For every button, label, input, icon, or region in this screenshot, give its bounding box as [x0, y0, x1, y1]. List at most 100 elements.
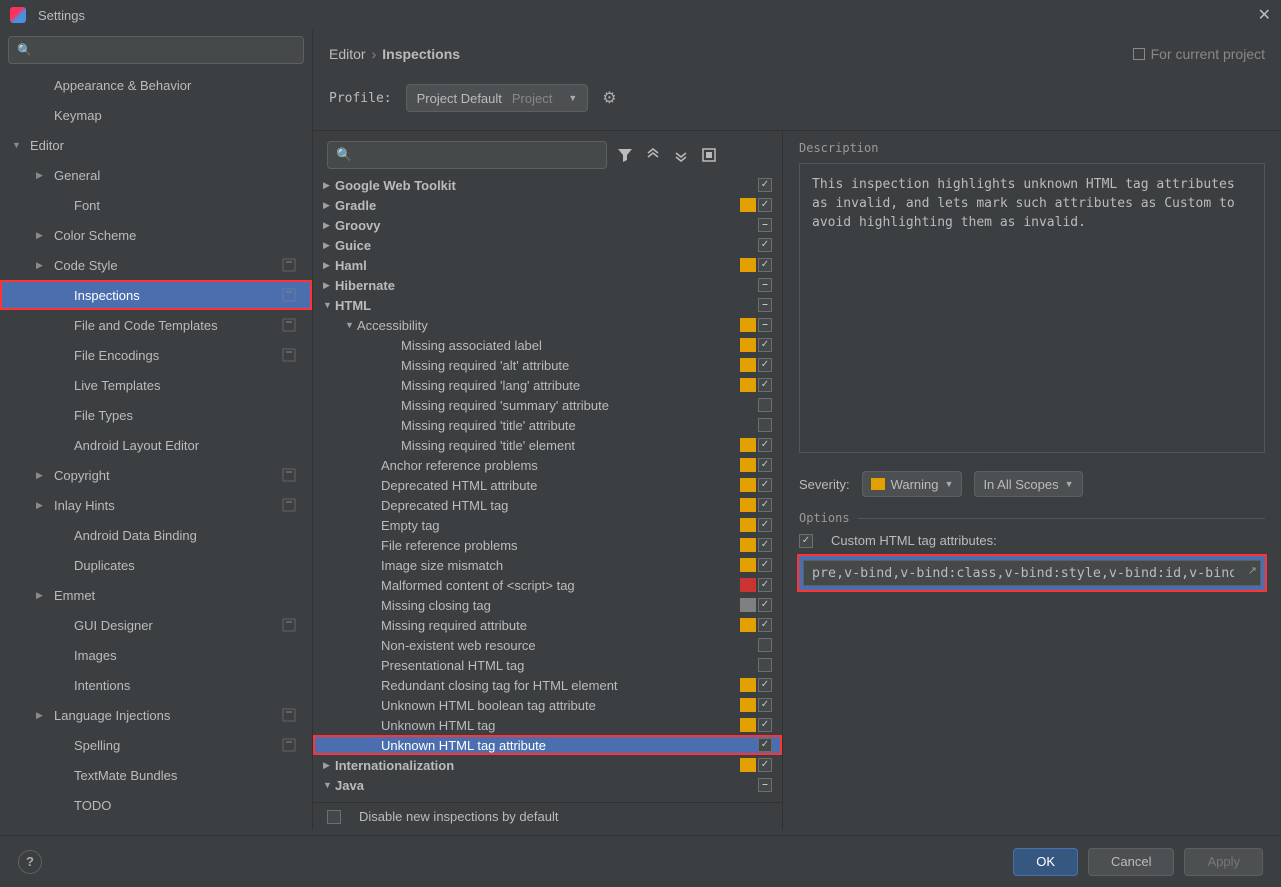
inspection-checkbox[interactable] [758, 378, 772, 392]
tree-row[interactable]: ▶Google Web Toolkit [313, 175, 782, 195]
tree-row[interactable]: Unknown HTML tag [313, 715, 782, 735]
sidebar-item-android-layout-editor[interactable]: Android Layout Editor [0, 430, 312, 460]
sidebar-item-language-injections[interactable]: ▶Language Injections [0, 700, 312, 730]
inspection-checkbox[interactable] [758, 458, 772, 472]
inspection-checkbox[interactable] [758, 698, 772, 712]
inspection-checkbox[interactable] [758, 718, 772, 732]
tree-row[interactable]: Unknown HTML boolean tag attribute [313, 695, 782, 715]
sidebar-item-inspections[interactable]: Inspections [0, 280, 312, 310]
tree-row[interactable]: Deprecated HTML tag [313, 495, 782, 515]
inspection-checkbox[interactable] [758, 298, 772, 312]
inspection-checkbox[interactable] [758, 238, 772, 252]
tree-row[interactable]: ▼Accessibility [313, 315, 782, 335]
inspection-checkbox[interactable] [758, 538, 772, 552]
gear-icon[interactable]: ⚙ [602, 88, 616, 108]
tree-row[interactable]: Deprecated HTML attribute [313, 475, 782, 495]
tree-row[interactable]: Unknown HTML tag attribute [313, 735, 782, 755]
inspection-checkbox[interactable] [758, 598, 772, 612]
filter-icon[interactable] [615, 145, 635, 165]
tree-row[interactable]: ▶Guice [313, 235, 782, 255]
inspection-checkbox[interactable] [758, 658, 772, 672]
sidebar-item-code-style[interactable]: ▶Code Style [0, 250, 312, 280]
inspection-checkbox[interactable] [758, 178, 772, 192]
profile-select[interactable]: Project Default Project ▼ [406, 84, 589, 112]
tree-row[interactable]: Missing associated label [313, 335, 782, 355]
inspections-search-input[interactable] [352, 148, 598, 163]
inspection-checkbox[interactable] [758, 478, 772, 492]
tree-row[interactable]: Missing required 'alt' attribute [313, 355, 782, 375]
tree-row[interactable]: ▶Groovy [313, 215, 782, 235]
apply-button[interactable]: Apply [1184, 848, 1263, 876]
ok-button[interactable]: OK [1013, 848, 1078, 876]
inspection-checkbox[interactable] [758, 738, 772, 752]
tree-row[interactable]: Malformed content of <script> tag [313, 575, 782, 595]
inspection-checkbox[interactable] [758, 758, 772, 772]
inspection-checkbox[interactable] [758, 338, 772, 352]
tree-row[interactable]: ▼Java [313, 775, 782, 795]
inspection-checkbox[interactable] [758, 558, 772, 572]
disable-new-checkbox[interactable] [327, 810, 341, 824]
cancel-button[interactable]: Cancel [1088, 848, 1174, 876]
inspections-search[interactable]: 🔍 [327, 141, 607, 169]
scope-select[interactable]: In All Scopes ▼ [974, 471, 1082, 497]
breadcrumb-editor[interactable]: Editor [329, 46, 366, 62]
inspection-checkbox[interactable] [758, 198, 772, 212]
tree-row[interactable]: ▼HTML [313, 295, 782, 315]
tree-row[interactable]: Redundant closing tag for HTML element [313, 675, 782, 695]
sidebar-item-todo[interactable]: TODO [0, 790, 312, 820]
severity-select[interactable]: Warning ▼ [862, 471, 963, 497]
disable-new-row[interactable]: Disable new inspections by default [313, 802, 782, 830]
sidebar-item-spelling[interactable]: Spelling [0, 730, 312, 760]
inspection-checkbox[interactable] [758, 678, 772, 692]
expand-all-icon[interactable] [643, 145, 663, 165]
sidebar-item-general[interactable]: ▶General [0, 160, 312, 190]
sidebar-item-file-types[interactable]: File Types [0, 400, 312, 430]
tree-row[interactable]: Empty tag [313, 515, 782, 535]
sidebar-item-duplicates[interactable]: Duplicates [0, 550, 312, 580]
sidebar-search[interactable]: 🔍 [8, 36, 304, 64]
inspections-tree[interactable]: ▶Google Web Toolkit▶Gradle▶Groovy▶Guice ▶… [313, 175, 782, 802]
help-button[interactable]: ? [18, 850, 42, 874]
sidebar-item-font[interactable]: Font [0, 190, 312, 220]
tree-row[interactable]: Non-existent web resource [313, 635, 782, 655]
sidebar-item-keymap[interactable]: Keymap [0, 100, 312, 130]
tree-row[interactable]: File reference problems [313, 535, 782, 555]
inspection-checkbox[interactable] [758, 618, 772, 632]
inspection-checkbox[interactable] [758, 778, 772, 792]
inspection-checkbox[interactable] [758, 218, 772, 232]
tree-row[interactable]: ▶Gradle [313, 195, 782, 215]
expand-icon[interactable]: ↗ [1248, 564, 1257, 577]
collapse-all-icon[interactable] [671, 145, 691, 165]
sidebar-item-emmet[interactable]: ▶Emmet [0, 580, 312, 610]
tree-row[interactable]: Missing required 'summary' attribute [313, 395, 782, 415]
close-icon[interactable]: ✕ [1258, 5, 1271, 25]
sidebar-item-android-data-binding[interactable]: Android Data Binding [0, 520, 312, 550]
tree-row[interactable]: Anchor reference problems [313, 455, 782, 475]
tree-row[interactable]: ▶Internationalization [313, 755, 782, 775]
tree-row[interactable]: Presentational HTML tag [313, 655, 782, 675]
tree-row[interactable]: Missing required 'title' element [313, 435, 782, 455]
sidebar-item-copyright[interactable]: ▶Copyright [0, 460, 312, 490]
inspection-checkbox[interactable] [758, 438, 772, 452]
tree-row[interactable]: ▶Hibernate [313, 275, 782, 295]
sidebar-item-file-encodings[interactable]: File Encodings [0, 340, 312, 370]
inspection-checkbox[interactable] [758, 258, 772, 272]
inspection-checkbox[interactable] [758, 418, 772, 432]
sidebar-item-textmate-bundles[interactable]: TextMate Bundles [0, 760, 312, 790]
sidebar-item-color-scheme[interactable]: ▶Color Scheme [0, 220, 312, 250]
inspection-checkbox[interactable] [758, 278, 772, 292]
custom-attrs-checkbox[interactable] [799, 534, 813, 548]
tree-row[interactable]: Image size mismatch [313, 555, 782, 575]
inspection-checkbox[interactable] [758, 518, 772, 532]
sidebar-item-intentions[interactable]: Intentions [0, 670, 312, 700]
tree-row[interactable]: Missing required 'title' attribute [313, 415, 782, 435]
sidebar-item-images[interactable]: Images [0, 640, 312, 670]
inspection-checkbox[interactable] [758, 578, 772, 592]
inspection-checkbox[interactable] [758, 358, 772, 372]
tree-row[interactable]: Missing required attribute [313, 615, 782, 635]
sidebar-item-appearance-behavior[interactable]: Appearance & Behavior [0, 70, 312, 100]
inspection-checkbox[interactable] [758, 318, 772, 332]
sidebar-item-gui-designer[interactable]: GUI Designer [0, 610, 312, 640]
reset-icon[interactable] [699, 145, 719, 165]
sidebar-item-editor[interactable]: ▼Editor [0, 130, 312, 160]
